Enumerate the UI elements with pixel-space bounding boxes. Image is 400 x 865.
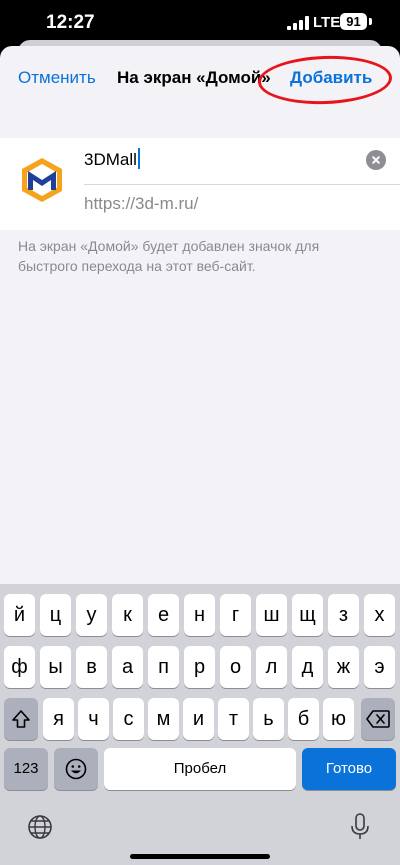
cancel-button[interactable]: Отменить xyxy=(18,68,96,88)
globe-icon[interactable] xyxy=(27,814,53,840)
key[interactable]: ж xyxy=(328,646,359,688)
key[interactable]: е xyxy=(148,594,179,636)
emoji-icon xyxy=(65,758,87,780)
key[interactable]: щ xyxy=(292,594,323,636)
key[interactable]: д xyxy=(292,646,323,688)
bookmark-card: 3DMall https://3d-m.ru/ xyxy=(0,138,400,230)
sheet-title: На экран «Домой» xyxy=(117,68,271,87)
shift-icon xyxy=(12,710,30,728)
key[interactable]: т xyxy=(218,698,249,740)
emoji-key[interactable] xyxy=(54,748,98,790)
key[interactable]: я xyxy=(43,698,74,740)
backspace-icon xyxy=(366,710,390,728)
battery-level: 91 xyxy=(346,14,361,29)
key[interactable]: у xyxy=(76,594,107,636)
key[interactable]: и xyxy=(183,698,214,740)
red-annotation-circle xyxy=(257,53,393,107)
name-input-value: 3DMall xyxy=(84,150,137,169)
key[interactable]: й xyxy=(4,594,35,636)
key[interactable]: ю xyxy=(323,698,354,740)
url-text: https://3d-m.ru/ xyxy=(84,194,199,213)
nav-bar: Отменить На экран «Домой» Добавить xyxy=(0,46,400,110)
space-key[interactable]: Пробел xyxy=(104,748,296,790)
key[interactable]: з xyxy=(328,594,359,636)
keyboard: й ц у к е н г ш щ з х ф ы в а п р о л д … xyxy=(0,584,400,865)
key[interactable]: а xyxy=(112,646,143,688)
key[interactable]: н xyxy=(184,594,215,636)
backspace-key[interactable] xyxy=(361,698,395,740)
status-bar: 12:27 LTE 91 xyxy=(0,0,400,44)
name-input[interactable]: 3DMall xyxy=(84,148,140,170)
add-to-home-sheet: Отменить На экран «Домой» Добавить 3DMal… xyxy=(0,46,400,586)
key[interactable]: м xyxy=(148,698,179,740)
shift-key[interactable] xyxy=(4,698,38,740)
key[interactable]: ч xyxy=(78,698,109,740)
clear-text-icon[interactable] xyxy=(366,150,386,170)
key[interactable]: ш xyxy=(256,594,287,636)
microphone-icon[interactable] xyxy=(350,812,370,842)
key[interactable]: о xyxy=(220,646,251,688)
key[interactable]: ц xyxy=(40,594,71,636)
key[interactable]: б xyxy=(288,698,319,740)
key[interactable]: с xyxy=(113,698,144,740)
battery-tip xyxy=(369,18,372,25)
key[interactable]: ф xyxy=(4,646,35,688)
key[interactable]: к xyxy=(112,594,143,636)
key[interactable]: э xyxy=(364,646,395,688)
key[interactable]: р xyxy=(184,646,215,688)
key[interactable]: ы xyxy=(40,646,71,688)
home-indicator xyxy=(130,854,270,859)
key[interactable]: х xyxy=(364,594,395,636)
numbers-key[interactable]: 123 xyxy=(4,748,48,790)
3dmall-logo-icon xyxy=(22,158,62,202)
hint-text: На экран «Домой» будет добавлен значок д… xyxy=(18,238,320,274)
network-type: LTE xyxy=(313,14,341,31)
done-key[interactable]: Готово xyxy=(302,748,396,790)
text-cursor xyxy=(137,148,140,169)
battery-icon: 91 xyxy=(340,13,367,30)
key[interactable]: г xyxy=(220,594,251,636)
key[interactable]: в xyxy=(76,646,107,688)
cellular-signal-icon xyxy=(287,16,309,30)
key[interactable]: л xyxy=(256,646,287,688)
key[interactable]: ь xyxy=(253,698,284,740)
key[interactable]: п xyxy=(148,646,179,688)
status-time: 12:27 xyxy=(46,12,95,33)
divider xyxy=(84,184,400,185)
